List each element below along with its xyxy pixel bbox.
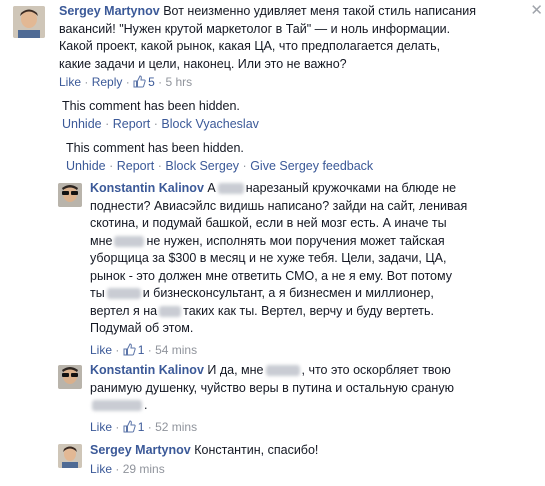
reply-button[interactable]: Reply xyxy=(92,75,123,89)
comment-author[interactable]: Sergey Martynov xyxy=(59,4,160,18)
comment-text: нарезаный кружочками на блюде не xyxy=(245,181,457,195)
like-count[interactable]: 5 xyxy=(133,75,158,89)
comment-author[interactable]: Sergey Martynov xyxy=(90,443,191,457)
like-button[interactable]: Like xyxy=(90,343,112,357)
like-count[interactable]: 1 xyxy=(123,420,148,434)
comment-text: уборщица за $300 в месяц и не хуже тебя.… xyxy=(90,251,447,265)
comment-text: , что это оскорбляет твою xyxy=(301,363,451,377)
comment-text: вертел я на xyxy=(90,303,158,318)
hidden-message: This comment has been hidden. xyxy=(66,141,244,155)
give-feedback-button[interactable]: Give Sergey feedback xyxy=(250,159,373,173)
avatar-photo-icon xyxy=(58,365,82,389)
avatar[interactable] xyxy=(58,365,82,389)
avatar-photo-icon xyxy=(58,444,82,468)
comment-text: поднести? Авиасэйлс видишь написано? зай… xyxy=(90,198,468,213)
comment-text-line: Вот неизменно удивляет меня такой стиль … xyxy=(163,4,476,18)
report-button[interactable]: Report xyxy=(117,159,155,173)
comment-text: рынок - это должен мне ответить СМО, а н… xyxy=(90,268,452,283)
like-count[interactable]: 1 xyxy=(123,343,148,357)
comment-text: таких как ты. Вертел, верчу и буду верте… xyxy=(183,303,434,318)
comment-actions: Like · 29 mins xyxy=(90,461,165,476)
comment-text: ты xyxy=(90,286,105,300)
comment-text: ранимую душенку, чуйство веры в путина и… xyxy=(90,380,454,395)
comment-text-line: какие задачи и цели, наконец. Или это не… xyxy=(59,56,347,71)
comment-timestamp[interactable]: 29 mins xyxy=(123,462,165,476)
comment-text: не нужен, исполнять мои поручения может … xyxy=(146,233,445,248)
hidden-message: This comment has been hidden. xyxy=(62,99,240,113)
close-icon[interactable]: ✕ xyxy=(530,3,543,18)
comment-timestamp[interactable]: 52 mins xyxy=(155,420,197,434)
censored-word xyxy=(265,365,300,377)
hidden-comment-2: This comment has been hidden. Unhide · R… xyxy=(66,139,373,175)
comment-text: И да, мне xyxy=(207,363,264,377)
block-sergey-button[interactable]: Block Sergey xyxy=(165,159,239,173)
like-button[interactable]: Like xyxy=(59,75,81,89)
hidden-actions: Unhide · Report · Block Vyacheslav xyxy=(62,117,259,131)
comment-text: Подумай об этом. xyxy=(90,321,194,335)
comment-actions: Like · Reply · 5 · 5 hrs xyxy=(59,74,529,92)
comment-author[interactable]: Konstantin Kalinov xyxy=(90,363,204,377)
like-button[interactable]: Like xyxy=(90,420,112,434)
avatar-photo-icon xyxy=(13,6,45,38)
comment-actions: Like · 1 · 54 mins xyxy=(90,342,530,360)
censored-word xyxy=(217,183,244,195)
comment-text: А xyxy=(207,181,216,195)
comment-text: скотина, и подумай башкой, если в ней мо… xyxy=(90,216,447,230)
censored-word xyxy=(106,288,141,300)
avatar-photo-icon xyxy=(58,183,82,207)
hidden-comment-1: This comment has been hidden. Unhide · R… xyxy=(62,97,259,133)
comment-actions: Like · 1 · 52 mins xyxy=(90,419,530,437)
hidden-actions: Unhide · Report · Block Sergey · Give Se… xyxy=(66,159,374,173)
avatar[interactable] xyxy=(13,6,45,38)
thumbs-up-icon xyxy=(123,342,136,360)
thumbs-up-icon xyxy=(123,419,136,437)
censored-word xyxy=(159,305,182,317)
unhide-button[interactable]: Unhide xyxy=(62,117,102,131)
comment-text-line: Какой проект, какой рынок, какая ЦА, что… xyxy=(59,39,441,53)
comment-author[interactable]: Konstantin Kalinov xyxy=(90,181,204,195)
comment-timestamp[interactable]: 54 mins xyxy=(155,343,197,357)
censored-word xyxy=(114,235,145,247)
report-button[interactable]: Report xyxy=(113,117,151,131)
censored-word xyxy=(92,400,142,412)
comment-text: . xyxy=(144,398,148,412)
avatar[interactable] xyxy=(58,183,82,207)
unhide-button[interactable]: Unhide xyxy=(66,159,106,173)
block-vyacheslav-button[interactable]: Block Vyacheslav xyxy=(161,117,259,131)
comment-text-line: вакансий! "Нужен крутой маркетолог в Тай… xyxy=(59,21,451,36)
like-button[interactable]: Like xyxy=(90,462,112,476)
comment-text: мне xyxy=(90,233,113,248)
comment-timestamp[interactable]: 5 hrs xyxy=(165,75,192,89)
comment-text: Константин, спасибо! xyxy=(194,443,319,457)
thumbs-up-icon xyxy=(133,75,146,92)
avatar[interactable] xyxy=(58,444,82,468)
comment-text: и бизнесконсультант, а я бизнесмен и мил… xyxy=(142,286,434,300)
